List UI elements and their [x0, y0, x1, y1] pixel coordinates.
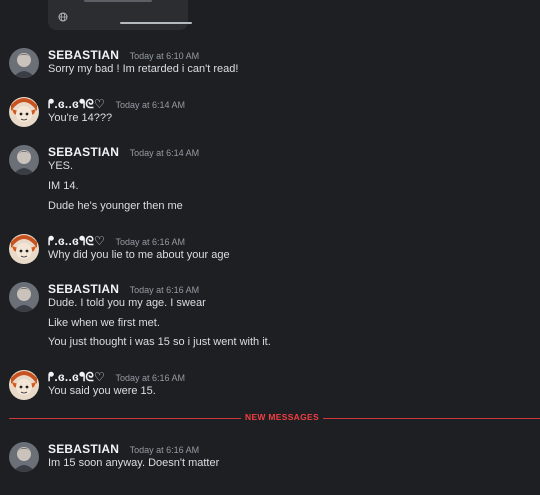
message-text: You said you were 15.: [48, 385, 156, 397]
link-embed-preview[interactable]: [48, 0, 192, 30]
message-text: Dude. I told you my age. I swear: [48, 297, 206, 309]
avatar[interactable]: [9, 48, 39, 78]
username[interactable]: ᖰ.ɞ..ɞᖳᘓ♡: [48, 97, 105, 111]
avatar[interactable]: [9, 370, 39, 400]
embed-progress-bar: [120, 22, 192, 24]
new-messages-label: NEW MESSAGES: [241, 412, 323, 422]
message-text: You just thought i was 15 so i just went…: [48, 336, 271, 348]
username[interactable]: SEBASTIAN: [48, 442, 119, 456]
timestamp: Today at 6:16 AM: [115, 237, 185, 247]
timestamp: Today at 6:16 AM: [129, 445, 200, 455]
avatar[interactable]: [9, 234, 39, 264]
timestamp: Today at 6:14 AM: [115, 100, 185, 110]
username[interactable]: ᖰ.ɞ..ɞᖳᘓ♡: [48, 370, 105, 384]
message-text: Dude he's younger then me: [48, 200, 183, 212]
timestamp: Today at 6:14 AM: [129, 148, 200, 158]
message-text: You're 14???: [48, 112, 113, 124]
timestamp: Today at 6:10 AM: [129, 51, 200, 61]
globe-icon: [58, 12, 69, 23]
embed-title-bar: [84, 0, 152, 2]
timestamp: Today at 6:16 AM: [115, 373, 185, 383]
message-text: YES.: [48, 160, 74, 172]
avatar[interactable]: [9, 145, 39, 175]
message-text: Sorry my bad ! Im retarded i can't read!: [48, 63, 239, 75]
avatar[interactable]: [9, 97, 39, 127]
avatar[interactable]: [9, 282, 39, 312]
username[interactable]: SEBASTIAN: [48, 282, 119, 296]
avatar[interactable]: [9, 442, 39, 472]
message-text: Like when we first met.: [48, 317, 160, 329]
username[interactable]: SEBASTIAN: [48, 48, 119, 62]
username[interactable]: ᖰ.ɞ..ɞᖳᘓ♡: [48, 234, 105, 248]
timestamp: Today at 6:16 AM: [129, 285, 200, 295]
message-text: IM 14.: [48, 180, 79, 192]
message-text: Im 15 soon anyway. Doesn't matter: [48, 457, 220, 469]
message-text: Why did you lie to me about your age: [48, 249, 230, 261]
username[interactable]: SEBASTIAN: [48, 145, 119, 159]
